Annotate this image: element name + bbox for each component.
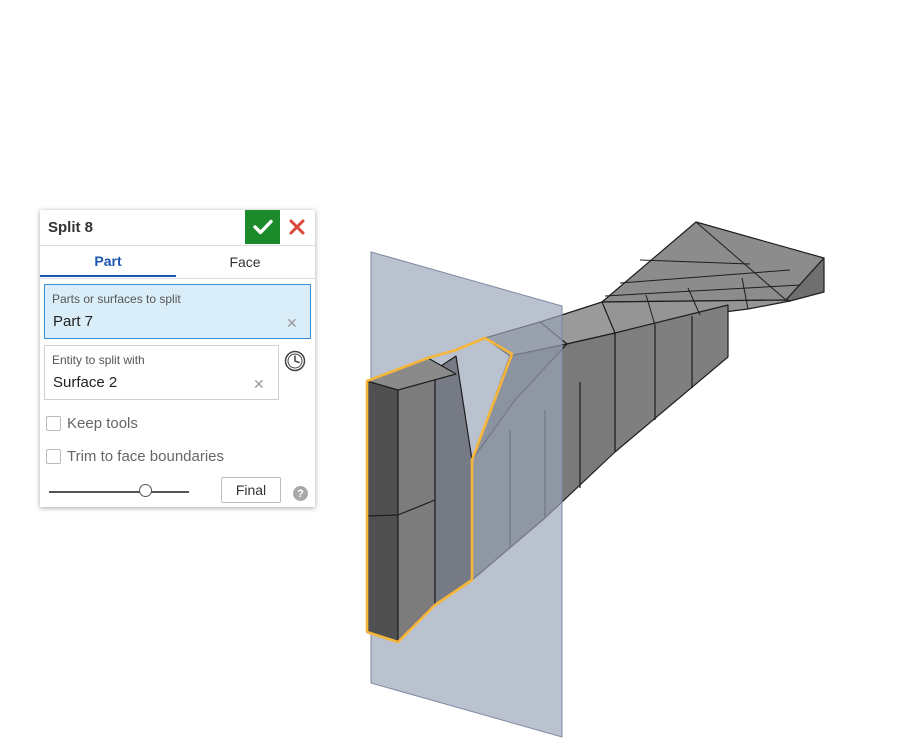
entity-value: Surface 2 xyxy=(53,374,118,391)
clock-icon xyxy=(284,350,306,372)
tab-face[interactable]: Face xyxy=(177,246,313,277)
help-icon[interactable]: ? xyxy=(293,486,308,501)
clear-entity-icon[interactable]: ✕ xyxy=(253,376,265,393)
keep-tools-checkbox[interactable] xyxy=(46,416,61,431)
parts-to-split-label: Parts or surfaces to split xyxy=(52,292,181,306)
entity-label: Entity to split with xyxy=(52,353,145,367)
keep-tools-label: Keep tools xyxy=(67,415,138,432)
rollback-slider-thumb[interactable] xyxy=(139,484,153,497)
accept-button[interactable] xyxy=(245,210,280,244)
final-button[interactable]: Final xyxy=(221,477,281,503)
dialog-title: Split 8 xyxy=(48,219,94,236)
tab-part[interactable]: Part xyxy=(40,246,176,277)
rollback-slider[interactable] xyxy=(49,484,189,497)
close-icon xyxy=(289,219,305,235)
parts-to-split-value: Part 7 xyxy=(53,313,94,330)
trim-to-face-boundaries-checkbox[interactable] xyxy=(46,449,61,464)
clear-parts-icon[interactable]: ✕ xyxy=(286,315,298,332)
split-feature-dialog: Split 8 Part Face Parts or surfaces to s… xyxy=(40,210,315,507)
trim-to-face-boundaries-label: Trim to face boundaries xyxy=(67,448,225,465)
history-button[interactable] xyxy=(284,350,306,372)
keep-tools-option: Keep tools xyxy=(46,415,138,432)
tab-bar: Part Face xyxy=(40,246,315,279)
trim-to-face-boundaries-option: Trim to face boundaries xyxy=(46,448,224,465)
parts-to-split-field[interactable]: Parts or surfaces to split Part 7 ✕ xyxy=(44,284,311,339)
entity-to-split-with-field[interactable]: Entity to split with Surface 2 ✕ xyxy=(44,345,279,400)
checkmark-icon xyxy=(252,219,273,235)
cancel-button[interactable] xyxy=(284,214,310,240)
dialog-header: Split 8 xyxy=(40,210,315,246)
